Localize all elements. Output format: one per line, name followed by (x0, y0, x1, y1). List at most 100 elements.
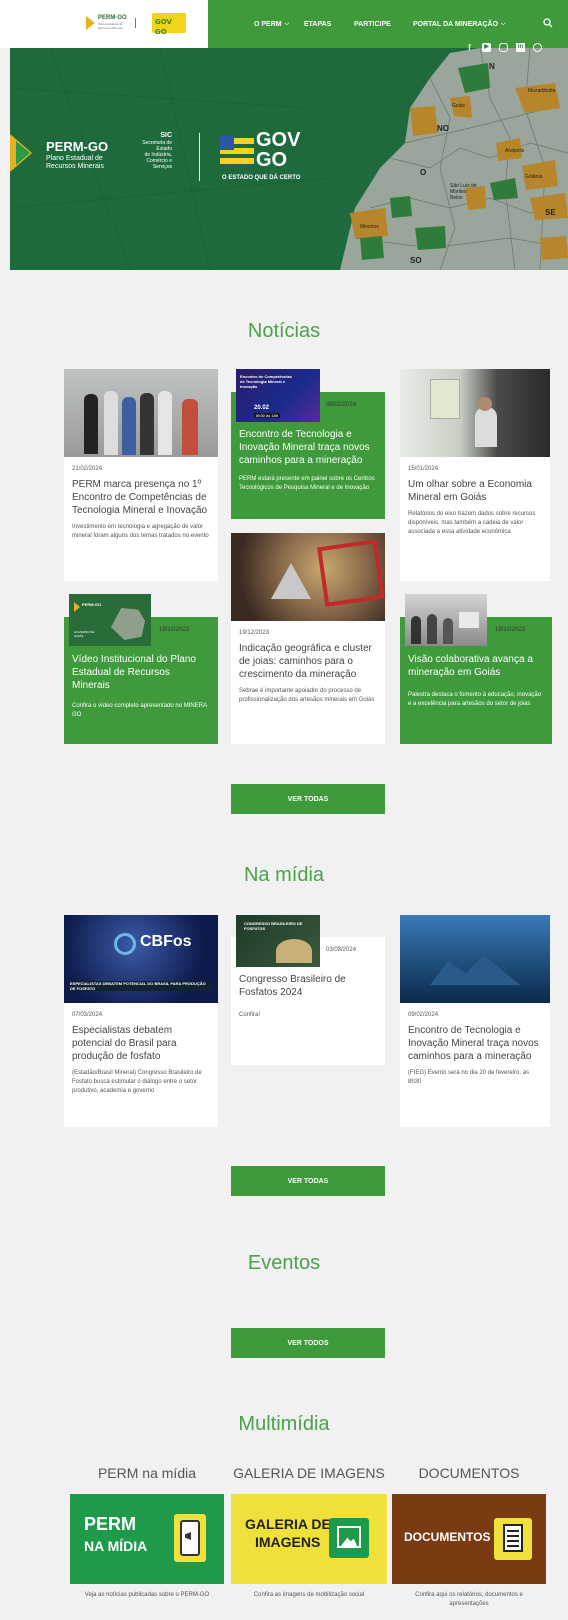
tile-galeria-line1: GALERIA DE (245, 1516, 331, 1532)
news-card[interactable]: 15/01/2024 Um olhar sobre a Economia Min… (400, 369, 550, 581)
multimidia-title: Multimídia (238, 1413, 330, 1435)
news-excerpt: Relatórios do eixo trazem dados sobre re… (408, 511, 536, 535)
news-date: 08/02/2024 (326, 402, 357, 408)
news-date: 19/12/2023 (239, 630, 270, 636)
sic-logo: SIC Secretaria de Estado de Indústria, C… (120, 132, 172, 170)
news-title: Indicação geográfica e cluster de joias:… (239, 643, 372, 680)
documentos-tile[interactable]: DOCUMENTOS (392, 1494, 546, 1584)
media-card[interactable]: 09/02/2024 Encontro de Tecnologia e Inov… (400, 915, 550, 1127)
facebook-icon[interactable]: f (465, 43, 474, 52)
map-label-anapolis: Anápolis (505, 148, 525, 154)
instagram-icon[interactable] (499, 43, 508, 52)
media-title: Congresso Brasileiro de Fosfatos 2024 (239, 974, 346, 998)
multimidia-heading-documentos: DOCUMENTOS (418, 1465, 520, 1481)
news-title: Encontro de Tecnologia e Inovação Minera… (239, 429, 370, 466)
media-card[interactable]: CBFos ESPECIALISTAS DEBATEM POTENCIAL DO… (64, 915, 218, 1127)
perm-logo-text: PERM·GO (98, 15, 127, 21)
map-label-no: NO (437, 124, 449, 133)
thumb-event-title: Encontro de Competências de Tecnologia M… (240, 374, 292, 389)
news-card[interactable]: 21/02/2024 PERM marca presença no 1º Enc… (64, 369, 218, 581)
media-excerpt: Confira! (239, 1012, 261, 1018)
gov-go-logo-text: GOV GO (155, 18, 172, 36)
map-label-sao-luis: São Luís de Montes Belos (450, 183, 477, 201)
perm-logo-subtitle: Plano Estadual de Recursos Minerais (98, 22, 123, 30)
map-label-mozarlandia: Mozarlândia (528, 88, 556, 94)
thumb-video-gov: GOVERNO DE GOIÁS (74, 630, 95, 638)
social-links: f ▶ in (465, 43, 542, 52)
hero-banner: NO N O SE SO Mineiros São Luís de Montes… (10, 48, 568, 270)
sic-sub5: Serviços (152, 164, 172, 170)
thumb-event-time: 8h30 às 18h (254, 413, 281, 418)
news-excerpt: Palestra destaca o fomento à educação, i… (408, 692, 542, 707)
tile-perm-line2: NA MÍDIA (84, 1538, 148, 1554)
perm-chevron-inner-icon (16, 141, 30, 165)
noticias-ver-todas-button[interactable]: VER TODAS (231, 784, 385, 814)
news-date: 21/02/2024 (72, 466, 103, 472)
perm-na-midia-caption: Veja as notícias publicadas sobre o PERM… (84, 1592, 210, 1598)
map-label-so: SO (410, 256, 422, 265)
chevron-down-icon: ⌵ (501, 20, 506, 27)
tile-perm-line1: PERM (84, 1514, 137, 1534)
news-title: Um olhar sobre a Economia Mineral em Goi… (408, 479, 532, 503)
news-excerpt: Sebrae é importante apoiador do processo… (239, 688, 375, 703)
media-title: Encontro de Tecnologia e Inovação Minera… (408, 1025, 539, 1062)
hero-gov-go: GOV GO (256, 129, 301, 171)
media-thumbnail: CONGRESSO BRASILEIRO DE FOSFATOS (236, 915, 320, 967)
megaphone-icon (174, 1514, 206, 1562)
media-thumbnail (400, 915, 550, 1003)
map-label-n: N (489, 62, 495, 71)
nav-etapas[interactable]: ETAPAS (304, 0, 331, 48)
hero-brand: PERM-GO (46, 139, 109, 154)
galeria-imagens-tile[interactable]: GALERIA DE IMAGENS (231, 1494, 387, 1584)
hero-brand-subtitle: Plano Estadual de Recursos Minerais (46, 155, 104, 171)
nav-etapas-label: ETAPAS (304, 20, 332, 28)
news-excerpt: Investimento em tecnologia e agregação d… (72, 524, 209, 539)
media-excerpt: (FIEG) Evento será no dia 20 de fevereir… (408, 1070, 530, 1085)
hero-brand-sub1: Plano Estadual de (46, 155, 103, 162)
galeria-imagens-caption: Confira as imagens de mobilização social (253, 1592, 365, 1598)
sic-title: SIC (160, 132, 172, 139)
map-label-mineiros: Mineiros (360, 224, 379, 230)
news-thumbnail: Encontro de Competências de Tecnologia M… (236, 369, 320, 422)
eventos-ver-todos-button[interactable]: VER TODOS (231, 1328, 385, 1358)
midia-ver-todas-button[interactable]: VER TODAS (231, 1166, 385, 1196)
nav-o-perm[interactable]: O PERM ⌵ (254, 0, 289, 48)
media-date: 03/03/2024 (326, 947, 357, 953)
whatsapp-icon[interactable] (533, 43, 542, 52)
thumb-cbfos: CBFos (140, 933, 192, 950)
news-thumbnail (405, 594, 487, 646)
search-icon[interactable] (543, 18, 553, 28)
media-excerpt: (Estadão/Brasil Mineral) Congresso Brasi… (72, 1070, 202, 1094)
media-title: Especialistas debatem potencial do Brasi… (72, 1025, 177, 1062)
thumb-cbfos-banner: ESPECIALISTAS DEBATEM POTENCIAL DO BRASI… (70, 981, 212, 991)
document-icon (494, 1518, 532, 1560)
midia-title: Na mídia (243, 864, 325, 886)
noticias-title: Notícias (247, 320, 321, 342)
news-date: 15/01/2024 (408, 466, 439, 472)
chevron-down-icon: ⌵ (284, 20, 290, 27)
news-title: Vídeo Institucional do Plano Estadual de… (72, 654, 196, 691)
map-label-se: SE (545, 208, 556, 217)
hero-gov-tagline: O ESTADO QUE DÁ CERTO (222, 175, 301, 181)
nav-portal-mineracao[interactable]: PORTAL DA MINERAÇÃO ⌵ (413, 0, 506, 48)
sic-mini-logo (135, 17, 149, 28)
tile-galeria-line2: IMAGENS (255, 1534, 321, 1550)
news-excerpt: Confira o vídeo completo apresentado no … (72, 703, 207, 718)
hero-divider (199, 133, 200, 181)
perm-na-midia-tile[interactable]: PERM NA MÍDIA (70, 1494, 224, 1584)
nav-portal-mineracao-label: PORTAL DA MINERAÇÃO (413, 20, 499, 28)
image-icon (329, 1518, 369, 1558)
perm-logo[interactable]: PERM·GO Plano Estadual de Recursos Miner… (86, 15, 149, 30)
thumb-video-brand: PERM·GO (82, 602, 102, 607)
gov-stars-icon (220, 136, 254, 170)
map-label-goiania: Goiânia (525, 174, 543, 180)
news-thumbnail (64, 369, 218, 457)
linkedin-icon[interactable]: in (516, 43, 525, 52)
news-card[interactable]: 19/12/2023 Indicação geográfica e cluste… (231, 533, 385, 744)
news-excerpt: PERM estará presente em painel sobre os … (239, 476, 375, 491)
youtube-icon[interactable]: ▶ (482, 43, 491, 52)
thumb-congresso: CONGRESSO BRASILEIRO DE FOSFATOS (244, 921, 303, 931)
media-date: 09/02/2024 (408, 1012, 439, 1018)
gov-go-logo[interactable]: GOV GO (152, 13, 186, 36)
nav-participe[interactable]: PARTICIPE (354, 0, 391, 48)
